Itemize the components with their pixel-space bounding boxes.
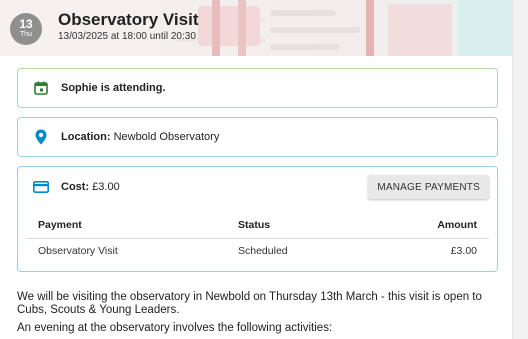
event-date-badge: 13 Thu [10,13,42,45]
event-title: Observatory Visit [58,10,199,29]
banner-decoration [458,0,512,56]
attendance-text: Sophie is attending. [61,82,166,94]
table-header-row: Payment Status Amount [26,213,489,239]
location-text: Location: Newbold Observatory [61,131,219,143]
banner-decoration [270,10,336,16]
location-card: Location: Newbold Observatory [17,117,498,157]
payment-name-cell: Observatory Visit [38,245,118,257]
payments-table: Payment Status Amount Observatory Visit … [26,213,489,263]
manage-payments-button[interactable]: MANAGE PAYMENTS [368,175,489,199]
cost-label: Cost: [61,181,90,193]
payment-status-cell: Scheduled [238,245,288,257]
event-page: 13 Thu Observatory Visit 13/03/2025 at 1… [0,0,512,339]
table-row: Observatory Visit Scheduled £3.00 [26,239,489,264]
banner-decoration [270,44,340,50]
cost-card: Cost: £3.00 MANAGE PAYMENTS Payment Stat… [17,166,498,272]
vertical-scrollbar[interactable] [512,0,528,339]
banner-decoration [198,6,260,46]
calendar-check-icon [33,80,49,96]
location-label: Location: [61,131,111,143]
banner-decoration [212,0,220,56]
description-paragraph: We will be visiting the observatory in N… [17,291,482,316]
banner-decoration [238,0,246,56]
map-pin-icon [33,129,49,145]
column-header-status: Status [226,213,368,239]
banner-decoration [366,0,374,56]
description-paragraph: An evening at the observatory involves t… [17,322,333,334]
column-header-payment: Payment [26,213,226,239]
cost-text: Cost: £3.00 [61,181,120,193]
event-header-banner: 13 Thu Observatory Visit 13/03/2025 at 1… [0,0,512,56]
event-weekday: Thu [19,31,33,38]
banner-decoration [388,4,452,56]
event-day: 13 [19,17,33,31]
payment-amount-cell: £3.00 [450,245,477,257]
banner-decoration [270,27,360,33]
cost-value: £3.00 [92,181,120,193]
attendance-card: Sophie is attending. [17,68,498,108]
event-time: 13/03/2025 at 18:00 until 20:30 [58,31,196,42]
column-header-amount: Amount [367,213,489,239]
credit-card-icon [33,179,49,195]
location-value: Newbold Observatory [113,131,220,143]
